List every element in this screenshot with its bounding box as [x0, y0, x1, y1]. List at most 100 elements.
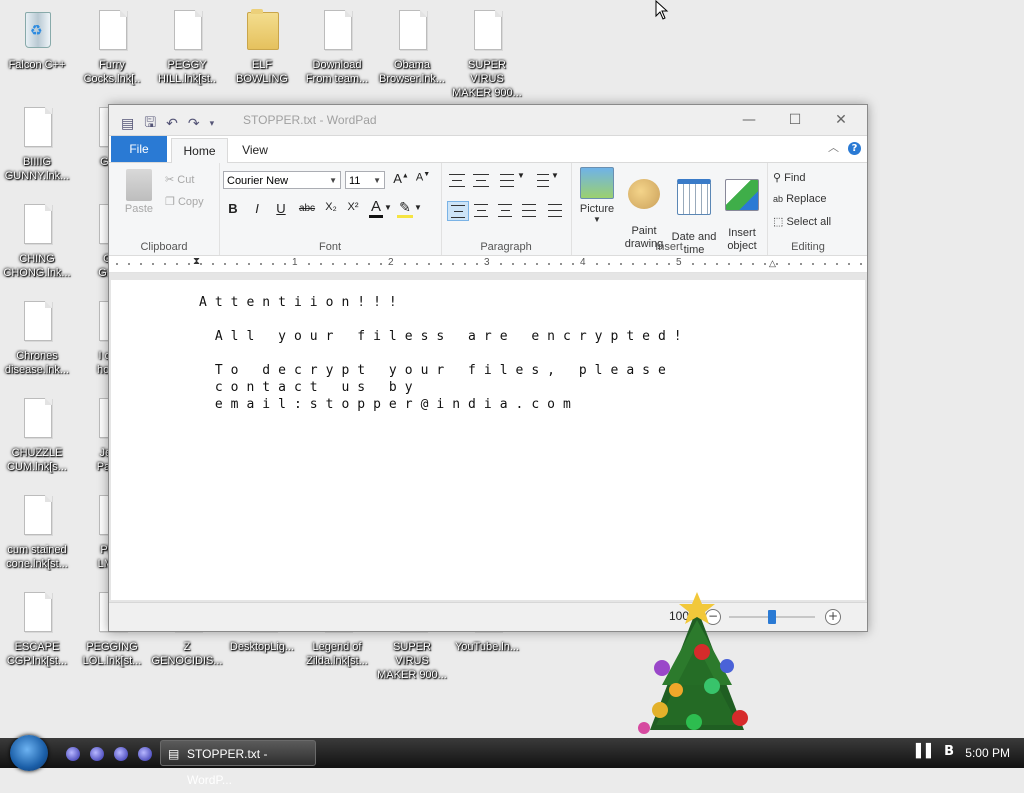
- help-icon[interactable]: ?: [848, 142, 861, 155]
- desktop-icon[interactable]: PEGGY HILL.lnk[st..: [150, 10, 224, 86]
- line-spacing-icon[interactable]: [533, 171, 553, 189]
- clipboard-group-label: Clipboard: [140, 241, 188, 253]
- desktop-icon[interactable]: ESCAPE CGP.lnk[st...: [0, 592, 74, 668]
- font-size-select[interactable]: 11 ▼: [345, 171, 385, 189]
- customize-chevron-icon[interactable]: ▾: [210, 119, 215, 129]
- taskbar-clock[interactable]: 5:00 PM: [965, 746, 1010, 760]
- minimize-button[interactable]: —: [729, 109, 769, 131]
- mouse-cursor-icon: [655, 0, 669, 20]
- picture-label: Picture: [579, 203, 615, 215]
- paste-button[interactable]: Paste: [119, 169, 159, 215]
- document-editor[interactable]: Attentiion!!! All your filess are encryp…: [111, 280, 865, 600]
- tab-home[interactable]: Home: [171, 138, 228, 163]
- replace-label: Replace: [786, 193, 827, 205]
- quick-launch-icon[interactable]: [114, 747, 128, 761]
- select-all-button[interactable]: ⬚ Select all: [773, 215, 831, 228]
- ruler[interactable]: ⧗ △ 1 2 3 4 5: [109, 256, 867, 273]
- chevron-down-icon[interactable]: ▼: [517, 171, 525, 180]
- close-button[interactable]: ✕: [821, 109, 861, 131]
- find-label: Find: [784, 172, 806, 184]
- superscript-button[interactable]: X²: [343, 201, 363, 213]
- collapse-ribbon-icon[interactable]: ︿: [828, 139, 839, 155]
- grow-font-button[interactable]: A▲: [391, 171, 411, 186]
- decrease-indent-icon[interactable]: [447, 171, 467, 189]
- tab-file[interactable]: File: [111, 136, 167, 162]
- highlight-pen-icon[interactable]: ✎: [397, 199, 413, 218]
- chevron-down-icon[interactable]: ▼: [383, 203, 393, 212]
- desktop-icon[interactable]: CHING CHONG.lnk...: [0, 204, 74, 280]
- picture-button[interactable]: Picture ▼: [575, 167, 619, 224]
- chevron-down-icon[interactable]: ▼: [551, 171, 559, 180]
- maximize-button[interactable]: ☐: [775, 109, 815, 131]
- copy-button[interactable]: ❐ Copy: [165, 195, 204, 208]
- save-icon[interactable]: 🖫: [144, 112, 156, 136]
- align-right-icon[interactable]: [495, 201, 515, 219]
- shrink-font-button[interactable]: A▼: [413, 171, 433, 184]
- tray-flag-icon[interactable]: ▌▌: [916, 744, 936, 759]
- taskbar-item-wordpad[interactable]: ▤ STOPPER.txt - WordP...: [160, 740, 316, 787]
- desktop-icon[interactable]: ♻ Falcon C++: [0, 10, 74, 72]
- cut-button[interactable]: ✂ Cut: [165, 173, 194, 186]
- document-text[interactable]: Attentiion!!! All your filess are encryp…: [199, 294, 690, 413]
- align-center-icon[interactable]: [471, 201, 491, 219]
- text-color-button[interactable]: A: [369, 199, 383, 218]
- file-icon: [171, 10, 203, 50]
- wordpad-window: ▤ 🖫 ↶ ↷ ▾ STOPPER.txt - WordPad — ☐ ✕ Fi…: [108, 104, 868, 632]
- desktop-icon-label: Download From team...: [305, 59, 369, 85]
- recycle-bin-icon: ♻: [21, 10, 53, 50]
- desktop-icon-label: CHING CHONG.lnk...: [3, 253, 71, 279]
- tab-view[interactable]: View: [231, 138, 279, 162]
- quick-launch-icon[interactable]: [138, 747, 152, 761]
- strikethrough-button[interactable]: abc: [295, 203, 319, 214]
- desktop-icon[interactable]: Chrones disease.lnk...: [0, 301, 74, 377]
- desktop-icon[interactable]: cum stained cone.lnk[st...: [0, 495, 74, 571]
- quick-launch-icon[interactable]: [90, 747, 104, 761]
- date-time-button[interactable]: Date and time: [669, 167, 719, 269]
- ruler-mark: 1: [291, 257, 299, 268]
- desktop-icon-label: YouTube.ln...: [454, 641, 519, 653]
- zoom-slider-thumb[interactable]: [768, 610, 776, 624]
- undo-icon[interactable]: ↶: [166, 116, 178, 132]
- increase-indent-icon[interactable]: [471, 171, 491, 189]
- start-button[interactable]: [10, 735, 48, 771]
- desktop-icon[interactable]: ELF BOWLING: [225, 9, 299, 86]
- zoom-in-button[interactable]: +: [825, 609, 841, 625]
- tray-app-icon[interactable]: B: [944, 744, 954, 759]
- justify-icon[interactable]: [519, 201, 539, 219]
- left-indent-marker-icon[interactable]: ⧗: [193, 256, 200, 267]
- wordpad-app-icon[interactable]: ▤: [121, 116, 134, 132]
- desktop-icon-label: ESCAPE CGP.lnk[st...: [6, 641, 68, 667]
- quick-launch-icon[interactable]: [66, 747, 80, 761]
- desktop-icon[interactable]: Obama Browser.lnk...: [375, 10, 449, 86]
- taskbar: ▤ STOPPER.txt - WordP... ▌▌ B 5:00 PM: [0, 735, 1024, 787]
- bold-button[interactable]: B: [223, 201, 243, 216]
- italic-button[interactable]: I: [247, 201, 267, 216]
- font-family-select[interactable]: Courier New ▼: [223, 171, 341, 189]
- find-button[interactable]: ⚲ Find: [773, 171, 806, 184]
- desktop-icon[interactable]: Furry Cocks.lnk[..: [75, 10, 149, 86]
- desktop-icon-label: cum stained cone.lnk[st...: [6, 544, 68, 570]
- desktop-icon-label: Falcon C++: [8, 59, 66, 71]
- right-indent-marker-icon[interactable]: △: [769, 258, 776, 269]
- file-icon: [21, 204, 53, 244]
- desktop-icon[interactable]: SUPER VIRUS MAKER 900...: [450, 10, 524, 100]
- align-left-icon[interactable]: [447, 201, 469, 221]
- desktop-icon[interactable]: CHUZZLE CUM.lnk[s...: [0, 398, 74, 474]
- chevron-down-icon[interactable]: ▼: [413, 203, 423, 212]
- redo-icon[interactable]: ↷: [188, 116, 200, 132]
- underline-button[interactable]: U: [271, 201, 291, 216]
- desktop-icon[interactable]: BIIIIG GUNNY.lnk...: [0, 107, 74, 183]
- desktop-icon-label: SUPER VIRUS MAKER 900...: [452, 59, 522, 99]
- file-icon: [321, 10, 353, 50]
- replace-button[interactable]: ab Replace: [773, 193, 826, 205]
- chevron-down-icon: ▼: [373, 176, 381, 185]
- binoculars-icon: ⚲: [773, 172, 782, 184]
- title-bar[interactable]: ▤ 🖫 ↶ ↷ ▾ STOPPER.txt - WordPad — ☐ ✕: [109, 105, 867, 136]
- clipboard-icon: [126, 169, 152, 201]
- scissors-icon: ✂: [165, 174, 175, 186]
- paragraph-settings-icon[interactable]: [545, 201, 565, 219]
- desktop-icon[interactable]: Download From team...: [300, 10, 374, 86]
- subscript-button[interactable]: X₂: [321, 201, 341, 213]
- bullets-icon[interactable]: [497, 171, 517, 189]
- desktop-icon-label: Obama Browser.lnk...: [378, 59, 446, 85]
